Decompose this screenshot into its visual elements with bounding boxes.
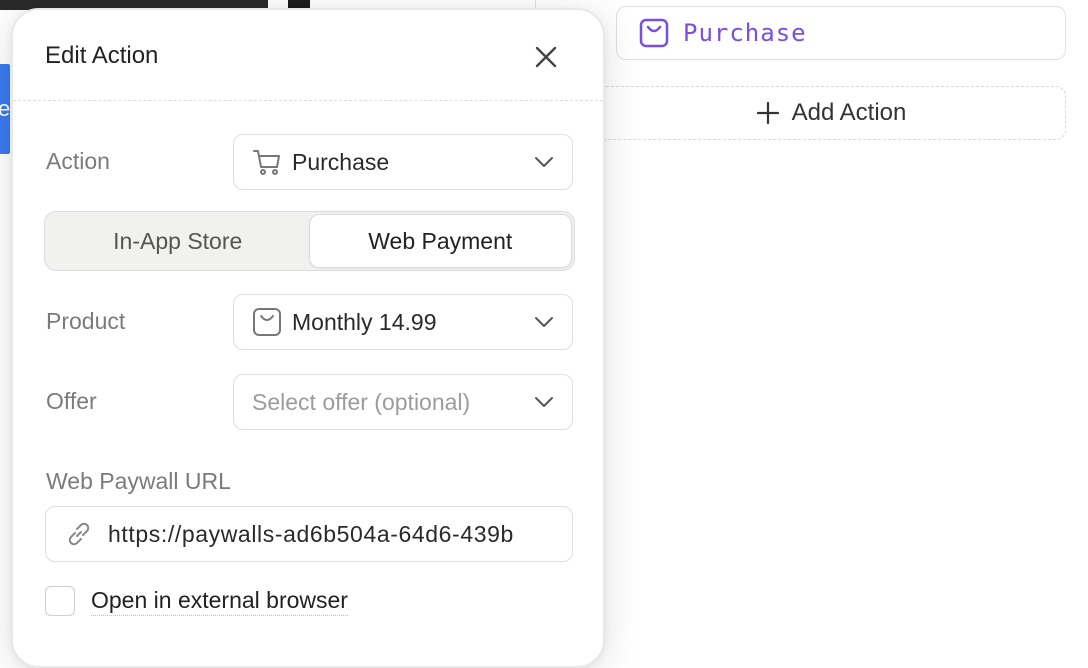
offer-select[interactable]: Select offer (optional) <box>233 374 573 430</box>
purchase-chip-label: Purchase <box>683 19 807 47</box>
add-action-button[interactable]: Add Action <box>596 86 1066 140</box>
offer-label: Offer <box>46 388 97 414</box>
close-button[interactable] <box>529 40 563 74</box>
cart-icon <box>252 147 282 177</box>
dialog-header: Edit Action <box>13 10 603 101</box>
add-action-label: Add Action <box>791 99 907 126</box>
web-paywall-url-input[interactable]: https://paywalls-ad6b504a-64d6-439b <box>45 506 573 562</box>
edit-action-dialog: Edit Action Action Purchase In-App Store… <box>11 8 605 668</box>
web-paywall-url-label: Web Paywall URL <box>46 468 231 494</box>
bag-icon <box>639 18 669 48</box>
product-select[interactable]: Monthly 14.99 <box>233 294 573 350</box>
background-blue-button-text: e <box>0 96 11 121</box>
bag-icon <box>252 307 282 337</box>
action-select[interactable]: Purchase <box>233 134 573 190</box>
dialog-title: Edit Action <box>45 42 159 69</box>
close-icon <box>535 46 557 68</box>
external-browser-checkbox[interactable] <box>45 586 75 616</box>
plus-icon <box>756 101 780 125</box>
action-select-value: Purchase <box>292 148 390 175</box>
tab-web-payment[interactable]: Web Payment <box>308 214 572 268</box>
chevron-down-icon <box>534 316 554 328</box>
external-browser-row: Open in external browser <box>45 586 348 616</box>
link-icon <box>64 519 94 549</box>
product-select-value: Monthly 14.99 <box>292 308 437 335</box>
purchase-action-chip[interactable]: Purchase <box>616 6 1066 60</box>
tab-in-app-store[interactable]: In-App Store <box>47 214 309 268</box>
chevron-down-icon <box>534 156 554 168</box>
action-label: Action <box>46 148 110 174</box>
web-paywall-url-value: https://paywalls-ad6b504a-64d6-439b <box>108 520 514 547</box>
chevron-down-icon <box>534 396 554 408</box>
store-type-toggle: In-App Store Web Payment <box>44 211 575 271</box>
offer-select-placeholder: Select offer (optional) <box>252 388 471 415</box>
background-blue-button[interactable]: e <box>0 64 10 154</box>
product-label: Product <box>46 308 126 334</box>
external-browser-label[interactable]: Open in external browser <box>91 587 348 616</box>
